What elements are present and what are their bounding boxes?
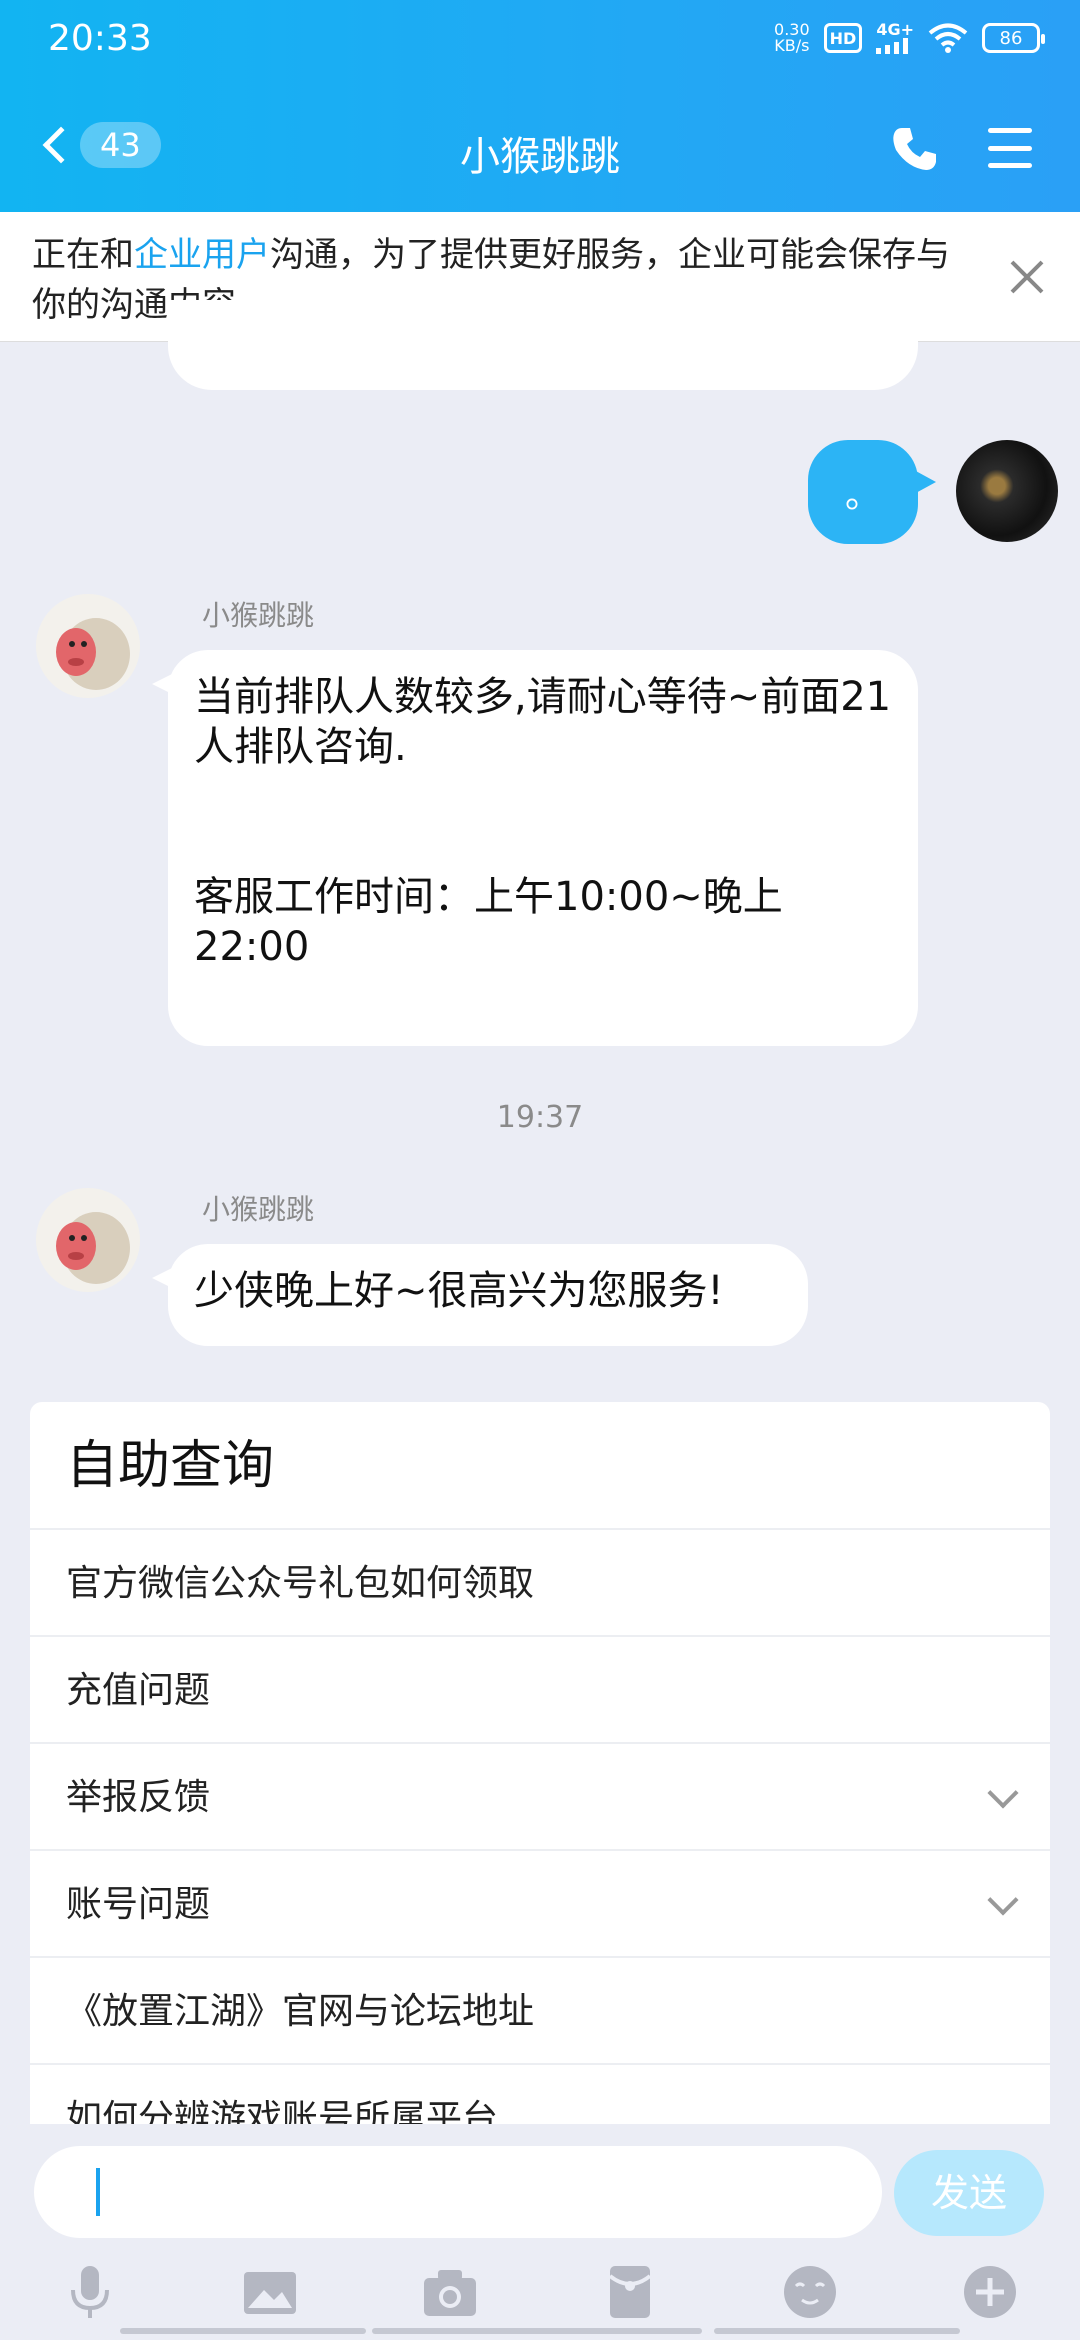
self-service-item[interactable]: 举报反馈 bbox=[30, 1744, 1050, 1851]
phone-icon[interactable] bbox=[890, 124, 940, 174]
self-service-item-label: 《放置江湖》官网与论坛地址 bbox=[66, 1991, 535, 2032]
gesture-bar bbox=[120, 2328, 366, 2334]
self-service-item[interactable]: 账号问题 bbox=[30, 1851, 1050, 1958]
queue-message-text: 当前排队人数较多,请耐心等待~前面21人排队咨询. bbox=[194, 674, 892, 770]
notice-text-prefix: 正在和 bbox=[32, 235, 134, 275]
header: 20:33 0.30 KB/s HD 4G+ 86 43 小猴跳跳 bbox=[0, 0, 1080, 212]
send-button[interactable]: 发送 bbox=[894, 2150, 1044, 2236]
status-icons: 0.30 KB/s HD 4G+ 86 bbox=[774, 22, 1045, 54]
monkey-avatar[interactable] bbox=[36, 1188, 140, 1292]
chevron-down-icon bbox=[987, 1884, 1019, 1916]
nav-bar: 43 小猴跳跳 bbox=[0, 100, 1080, 200]
monkey-face-icon bbox=[36, 1188, 140, 1292]
self-service-card: 自助查询 官方微信公众号礼包如何领取 充值问题 举报反馈 账号问题 《放置江湖》… bbox=[30, 1402, 1050, 2124]
signal-icon: 4G+ bbox=[876, 22, 914, 54]
greeting-message-bubble[interactable]: 少侠晚上好~很高兴为您服务! bbox=[152, 1244, 808, 1346]
image-icon[interactable] bbox=[240, 2262, 300, 2322]
message-timestamp: 19:37 bbox=[496, 1100, 584, 1135]
my-avatar[interactable] bbox=[956, 440, 1058, 542]
network-type: 4G+ bbox=[876, 20, 914, 39]
self-service-item-label: 如何分辨游戏账号所属平台 bbox=[66, 2098, 499, 2124]
close-icon[interactable] bbox=[1002, 252, 1052, 302]
self-service-item-label: 账号问题 bbox=[66, 1884, 211, 1925]
emoji-icon[interactable] bbox=[780, 2262, 840, 2322]
self-service-item[interactable]: 官方微信公众号礼包如何领取 bbox=[30, 1530, 1050, 1637]
status-bar: 20:33 0.30 KB/s HD 4G+ 86 bbox=[0, 0, 1080, 84]
red-packet-icon[interactable] bbox=[600, 2262, 660, 2322]
self-service-item[interactable]: 充值问题 bbox=[30, 1637, 1050, 1744]
self-service-title: 自助查询 bbox=[30, 1402, 1050, 1530]
self-service-item-label: 官方微信公众号礼包如何领取 bbox=[66, 1563, 535, 1604]
my-message-text: 。 bbox=[844, 475, 881, 516]
camera-icon[interactable] bbox=[420, 2262, 480, 2322]
greeting-message-text: 少侠晚上好~很高兴为您服务! bbox=[194, 1268, 724, 1314]
net-speed-unit: KB/s bbox=[774, 36, 810, 55]
my-message-bubble[interactable]: 。 bbox=[808, 440, 936, 544]
hd-icon: HD bbox=[823, 23, 863, 53]
self-service-item[interactable]: 《放置江湖》官网与论坛地址 bbox=[30, 1958, 1050, 2065]
battery-level: 86 bbox=[999, 27, 1023, 49]
message-input[interactable] bbox=[34, 2146, 882, 2238]
status-time: 20:33 bbox=[48, 18, 152, 59]
self-service-item-label: 举报反馈 bbox=[66, 1777, 211, 1818]
wifi-icon bbox=[928, 23, 968, 53]
enterprise-user-link[interactable]: 企业用户 bbox=[134, 235, 270, 275]
queue-message-bubble[interactable]: 当前排队人数较多,请耐心等待~前面21人排队咨询. 客服工作时间：上午10:00… bbox=[152, 650, 918, 1046]
toolbar bbox=[0, 2262, 1080, 2332]
monkey-face-icon bbox=[36, 594, 140, 698]
menu-icon[interactable] bbox=[988, 128, 1032, 168]
plus-icon[interactable] bbox=[960, 2262, 1020, 2322]
sender-name: 小猴跳跳 bbox=[202, 599, 315, 632]
net-speed: 0.30 KB/s bbox=[774, 22, 810, 54]
self-service-item[interactable]: 如何分辨游戏账号所属平台 bbox=[30, 2065, 1050, 2124]
battery-icon: 86 bbox=[982, 23, 1045, 53]
service-hours-text: 客服工作时间：上午10:00~晚上22:00 bbox=[194, 874, 783, 970]
self-service-item-label: 充值问题 bbox=[66, 1670, 211, 1711]
chevron-down-icon bbox=[987, 1777, 1019, 1809]
text-cursor bbox=[96, 2168, 100, 2216]
monkey-avatar[interactable] bbox=[36, 594, 140, 698]
gesture-bar bbox=[372, 2328, 702, 2334]
previous-message-bubble bbox=[168, 300, 918, 390]
input-area: 发送 bbox=[0, 2124, 1080, 2340]
microphone-icon[interactable] bbox=[60, 2262, 120, 2322]
gesture-bar bbox=[714, 2328, 960, 2334]
sender-name: 小猴跳跳 bbox=[202, 1193, 315, 1226]
